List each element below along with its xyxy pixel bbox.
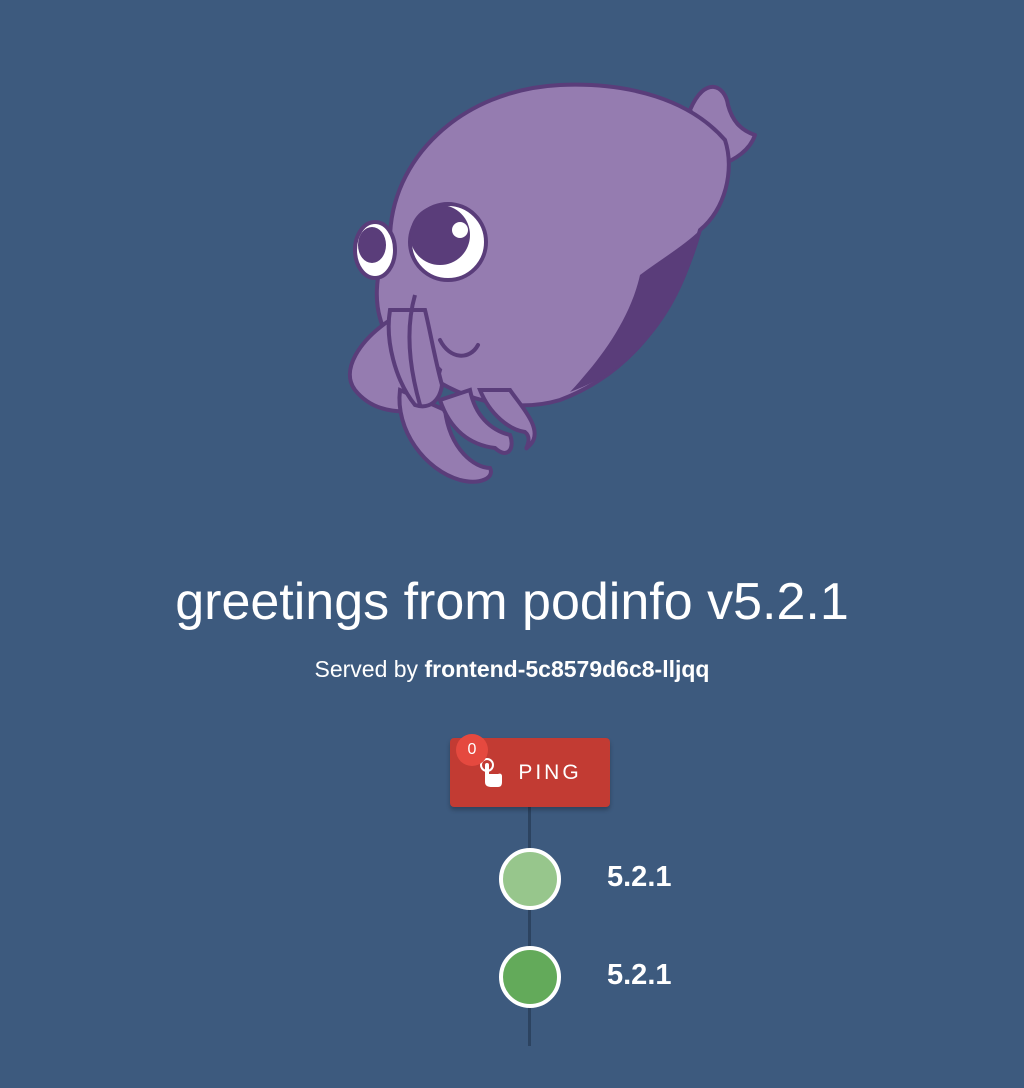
cuttlefish-mascot-icon	[348, 82, 757, 484]
timeline-connector	[528, 806, 531, 1046]
timeline-item-label: 5.2.1	[607, 861, 672, 893]
timeline-item: 5.2.1	[0, 946, 1024, 1008]
timeline-item-label: 5.2.1	[607, 959, 672, 991]
timeline-dot	[499, 848, 561, 910]
served-by-line: Served by frontend-5c8579d6c8-lljqq	[0, 654, 1024, 684]
served-by-host: frontend-5c8579d6c8-lljqq	[424, 656, 710, 682]
timeline-dot	[499, 946, 561, 1008]
ping-count-badge: 0	[456, 734, 488, 766]
page: greetings from podinfo v5.2.1 Served by …	[0, 0, 1024, 1088]
served-by-prefix: Served by	[314, 656, 419, 682]
ping-button-label: PING	[518, 760, 582, 784]
page-title: greetings from podinfo v5.2.1	[175, 573, 849, 631]
timeline-item: 5.2.1	[0, 848, 1024, 910]
